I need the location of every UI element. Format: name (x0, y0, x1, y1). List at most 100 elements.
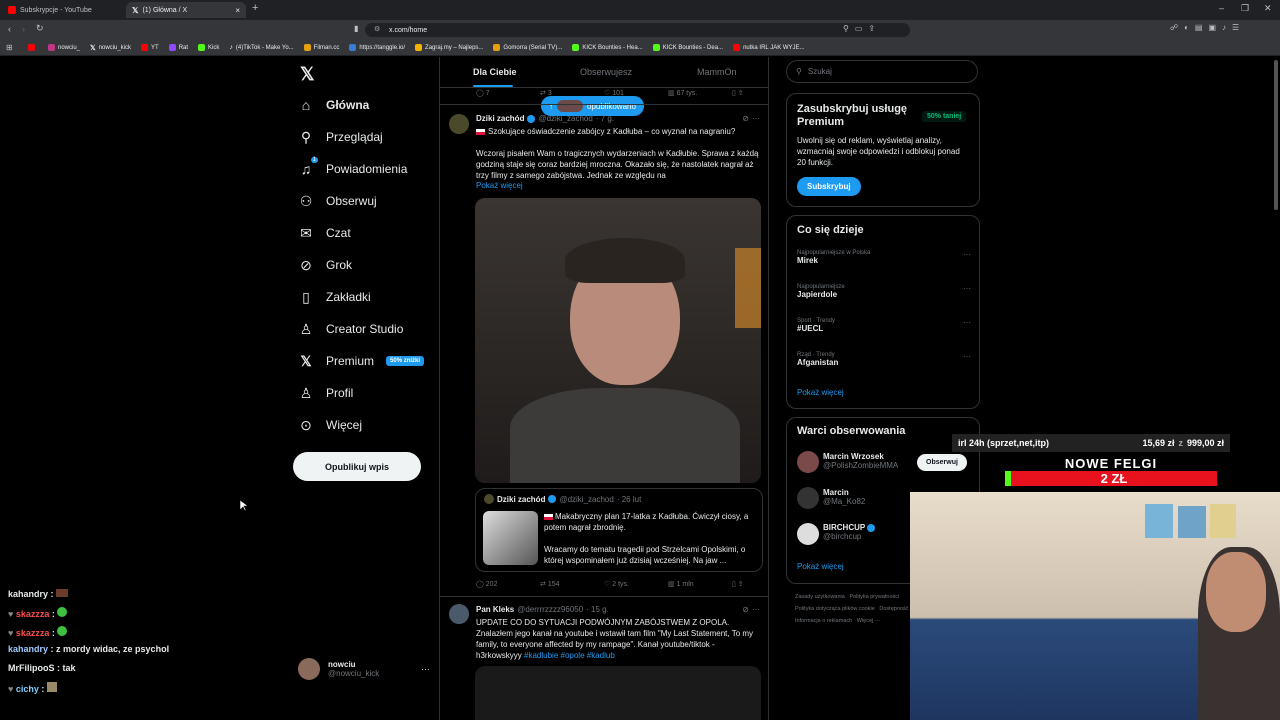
views-button[interactable]: ▥ 67 tys. (668, 89, 732, 97)
more-icon[interactable]: ··· (963, 352, 971, 361)
nav-explore[interactable]: ⚲ Przeglądaj (298, 126, 383, 148)
new-tab-button[interactable]: + (252, 2, 258, 14)
grok-icon[interactable]: ⊘ (742, 605, 749, 614)
trend-item[interactable]: Najpopularniejsze w Polska Mirek ··· (797, 250, 971, 265)
url-actions-icons[interactable]: ⚲▭⇪ (843, 24, 881, 33)
post-button[interactable]: Opublikuj wpis (293, 452, 421, 481)
reload-icon[interactable]: ↻ (36, 23, 44, 34)
premium-card: Zasubskrybuj usługę Premium 50% taniej U… (786, 93, 980, 207)
x-logo-icon[interactable]: 𝕏 (300, 64, 315, 85)
nav-creator-studio[interactable]: ♙ Creator Studio (298, 318, 404, 340)
author-name[interactable]: Pan Kleks (476, 605, 514, 614)
more-icon[interactable]: ··· (752, 114, 760, 123)
bookmark-item[interactable] (28, 44, 38, 51)
close-tab-icon[interactable]: × (235, 6, 240, 15)
avatar[interactable] (449, 114, 469, 134)
search-input[interactable]: ⚲ Szukaj (786, 60, 978, 83)
follow-button[interactable]: Obserwuj (917, 454, 967, 471)
bookmark-item[interactable]: Filman.cc (303, 44, 339, 51)
trend-item[interactable]: Rząd · Trendy Afganistan ··· (797, 352, 971, 367)
account-switcher[interactable]: nowciu @nowciu_kick ··· (298, 658, 430, 680)
nav-label: Grok (326, 258, 353, 272)
author-name[interactable]: Dziki zachód (476, 114, 524, 123)
show-more-link[interactable]: Pokaż więcej (476, 181, 523, 190)
bookmark-icon[interactable]: ▯ ⇪ (732, 89, 744, 97)
footer-link[interactable]: Dostępność (879, 606, 908, 612)
apps-grid-icon[interactable]: ⊞ (6, 43, 13, 52)
bookmark-page-icon[interactable]: ▮ (354, 24, 358, 33)
tab-x-home[interactable]: 𝕏 (1) Główna / X × (126, 2, 246, 18)
footer-link[interactable]: Polityka prywatności (849, 594, 899, 600)
more-icon[interactable]: ··· (963, 250, 971, 259)
site-info-icon[interactable]: ⚙ (374, 25, 380, 33)
bookmark-item[interactable]: 𝕏nowciu_kick (90, 44, 131, 52)
back-icon[interactable]: ‹ (8, 24, 11, 34)
show-more-link[interactable]: Pokaż więcej (797, 388, 844, 397)
tab-following[interactable]: Obserwujesz (580, 67, 632, 77)
like-button[interactable]: ♡ 2 tys. (604, 580, 668, 588)
nav-notifications[interactable]: ♫ 1 Powiadomienia (298, 157, 407, 180)
retweet-button[interactable]: ⇄ 154 (540, 580, 604, 588)
nav-more[interactable]: ⊙ Więcej (298, 414, 362, 436)
footer-link[interactable]: Zasady użytkowania (795, 594, 845, 600)
tab-list[interactable]: MammOn (697, 67, 737, 77)
bookmark-item[interactable]: KICK Bounties - Dea... (652, 44, 724, 51)
show-more-link[interactable]: Pokaż więcej (797, 562, 844, 571)
url-field[interactable]: ⚙ x.com/home ⚲▭⇪ (365, 23, 910, 37)
bookmark-item[interactable]: Rat (168, 44, 188, 51)
bookmark-item[interactable]: Gomorra (Serial TV)... (493, 44, 562, 51)
nav-chat[interactable]: ✉ Czat (298, 222, 351, 244)
avatar[interactable] (797, 487, 819, 509)
trend-item[interactable]: Sport · Trendy #UECL ··· (797, 318, 971, 333)
nav-label: Więcej (326, 418, 363, 432)
bookmark-item[interactable]: nutka IRL JAK WYJE... (733, 44, 805, 51)
bookmark-item[interactable]: Zagraj.my – Najleps... (415, 44, 483, 51)
follow-user[interactable]: Marcin @Ma_Ko82 (823, 488, 865, 506)
nav-profile[interactable]: ♙ Profil (298, 382, 354, 404)
trend-item[interactable]: Najpopularniejsze Japierdole ··· (797, 284, 971, 299)
nav-follow[interactable]: ⚇ Obserwuj (298, 190, 377, 212)
bookmark-item[interactable]: Kick (198, 44, 219, 51)
avatar[interactable] (797, 451, 819, 473)
forward-icon[interactable]: › (22, 24, 25, 34)
hashtags[interactable]: #kadlubie #opole #kadlub (524, 651, 615, 660)
bookmark-icon[interactable]: ▯ ⇪ (732, 580, 744, 588)
bookmark-item[interactable]: nowciu_ (48, 44, 80, 51)
close-window-icon[interactable]: ✕ (1264, 3, 1272, 14)
bookmark-item[interactable]: https://tanggle.io/ (349, 44, 405, 51)
reply-button[interactable]: ◯ 202 (476, 580, 540, 588)
follow-user[interactable]: Marcin Wrzosek @PolishZombieMMA (823, 452, 898, 470)
chat-text: z mordy widac, ze psychol (56, 644, 170, 654)
tweet-video[interactable] (475, 198, 761, 483)
nav-home[interactable]: ⌂ Główna (298, 94, 370, 116)
maximize-icon[interactable]: ❐ (1241, 3, 1249, 14)
tab-for-you[interactable]: Dla Ciebie (473, 67, 517, 77)
tweet-media[interactable] (475, 666, 761, 720)
bookmark-item[interactable]: YT (141, 44, 159, 51)
subscribe-button[interactable]: Subskrybuj (797, 177, 861, 196)
footer-link[interactable]: Więcej ··· (857, 618, 881, 624)
grok-icon[interactable]: ⊘ (742, 114, 749, 123)
scrollbar-thumb[interactable] (1274, 60, 1278, 210)
tab-youtube[interactable]: Subskrypcje - YouTube (2, 2, 124, 18)
minimize-icon[interactable]: – (1219, 3, 1224, 13)
bookmark-item[interactable]: KICK Bounties - Hea... (572, 44, 643, 51)
views-button[interactable]: ▥ 1 mln (668, 580, 732, 588)
quoted-tweet[interactable]: Dziki zachód @dziki_zachod · 26 lut Maka… (475, 488, 763, 572)
more-icon[interactable]: ··· (963, 284, 971, 293)
avatar[interactable] (449, 604, 469, 624)
bookmark-item[interactable]: ♪ (4)TikTok - Make Yo... (229, 44, 293, 51)
nav-premium[interactable]: 𝕏 Premium 50% zniżki (298, 350, 425, 372)
nav-grok[interactable]: ⊘ Grok (298, 254, 352, 276)
avatar[interactable] (797, 523, 819, 545)
new-posts-pill[interactable]: ↑ opublikowano (541, 96, 644, 116)
bookmark-label: KICK Bounties - Dea... (662, 44, 724, 51)
nav-bookmarks[interactable]: ▯ Zakładki (298, 286, 371, 308)
reply-button[interactable]: ◯ 7 (476, 89, 540, 97)
more-icon[interactable]: ··· (752, 605, 760, 614)
more-icon[interactable]: ··· (963, 318, 971, 327)
follow-user[interactable]: BIRCHCUP @birchcup (823, 523, 876, 541)
extensions-icons[interactable]: ☍◐▤▣♪☰ (1170, 23, 1245, 32)
footer-link[interactable]: Polityka dotycząca plików cookie (795, 606, 875, 612)
footer-link[interactable]: Informacja o reklamach (795, 618, 852, 624)
